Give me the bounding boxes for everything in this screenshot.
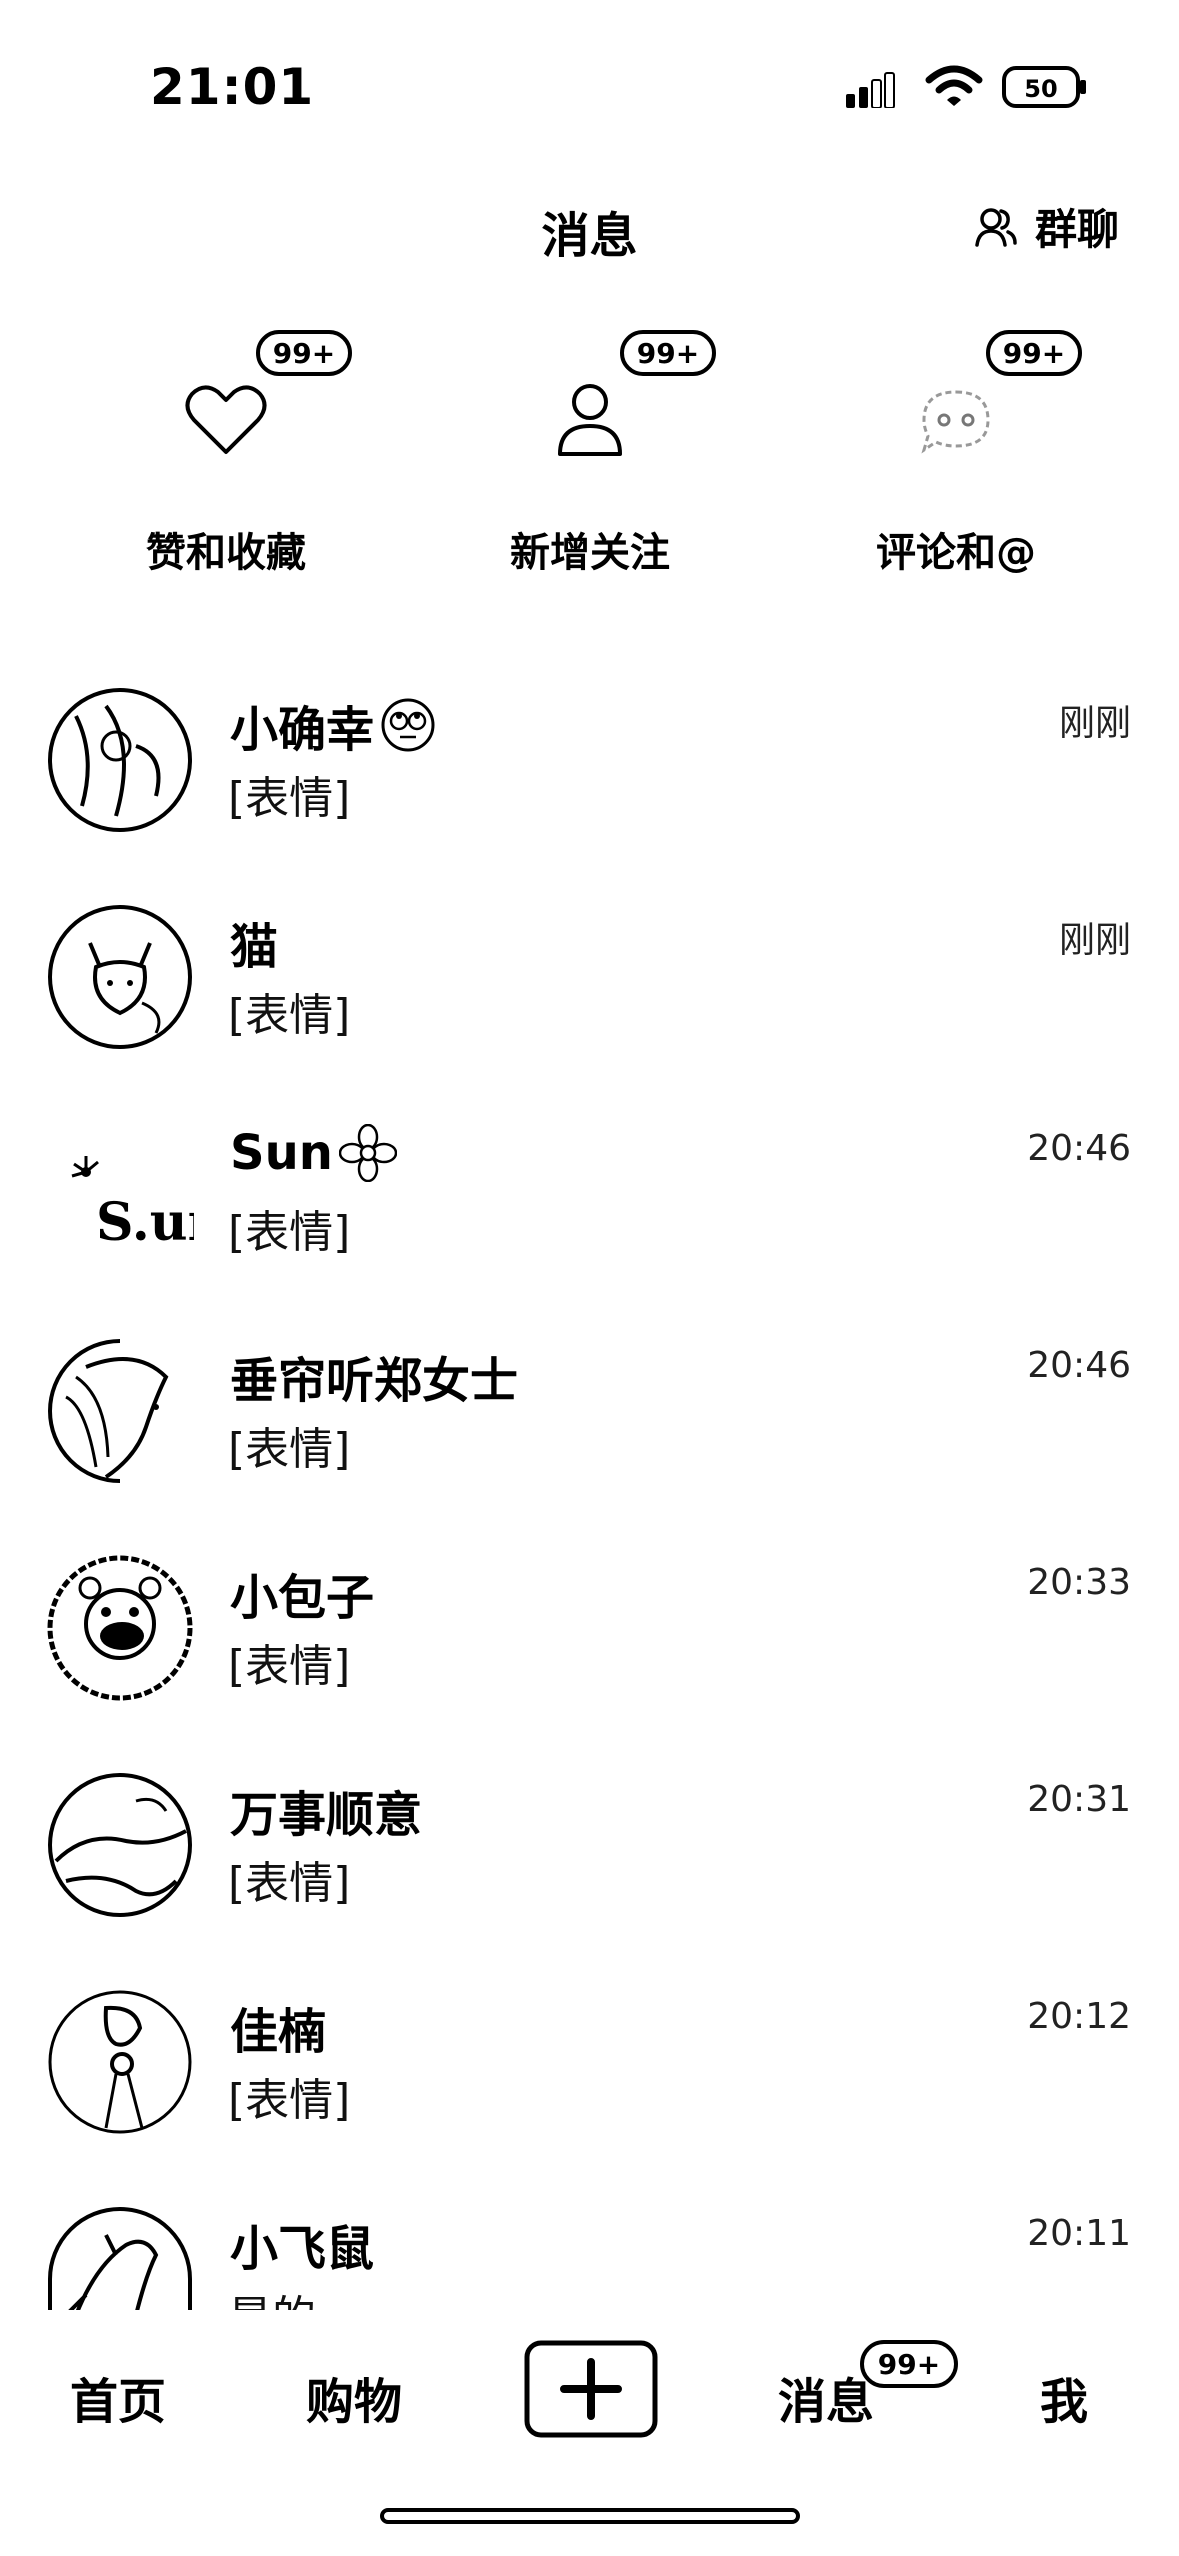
messages-badge: 99+ bbox=[860, 2340, 958, 2388]
chat-list-item[interactable]: 小确幸 [表情] 刚刚 bbox=[0, 672, 1179, 872]
svg-text:99+: 99+ bbox=[878, 2348, 940, 2381]
tab-home[interactable]: 首页 bbox=[70, 2362, 166, 2432]
eye-roll-emoji-icon bbox=[381, 698, 435, 752]
battery-icon: 50 bbox=[1002, 66, 1086, 108]
chat-list-item[interactable]: 猫 [表情] 刚刚 bbox=[0, 889, 1179, 1089]
message-preview: [表情] bbox=[228, 1858, 351, 1909]
message-preview: [表情] bbox=[228, 2075, 351, 2126]
message-time: 20:11 bbox=[1027, 2213, 1131, 2254]
chat-list-item[interactable]: 垂帘听郑女士 [表情] 20:46 bbox=[0, 1323, 1179, 1523]
group-chat-label: 群聊 bbox=[1035, 205, 1120, 254]
contact-name: 万事顺意 bbox=[230, 1787, 423, 1843]
battery-level: 50 bbox=[1024, 75, 1057, 103]
likes-and-favorites-button[interactable]: 99+ 赞和收藏 bbox=[46, 320, 406, 590]
message-preview: [表情] bbox=[228, 773, 351, 824]
chat-list-item[interactable]: 小包子 [表情] 20:33 bbox=[0, 1540, 1179, 1740]
chat-list-item[interactable]: 佳楠 [表情] 20:12 bbox=[0, 1974, 1179, 2174]
contact-name: Sun bbox=[230, 1124, 397, 1182]
new-followers-label: 新增关注 bbox=[510, 530, 670, 576]
group-users-icon bbox=[975, 207, 1017, 247]
chat-bubble-icon bbox=[921, 390, 990, 454]
avatar bbox=[47, 1555, 193, 1701]
svg-text:99+: 99+ bbox=[637, 337, 699, 370]
message-time: 20:31 bbox=[1027, 1779, 1131, 1820]
svg-text:99+: 99+ bbox=[273, 337, 335, 370]
contact-name: 垂帘听郑女士 bbox=[230, 1353, 519, 1409]
contact-name: 小飞鼠 bbox=[230, 2221, 375, 2277]
tab-me[interactable]: 我 bbox=[1040, 2362, 1088, 2432]
avatar bbox=[48, 1339, 169, 1483]
message-time: 刚刚 bbox=[1058, 920, 1131, 961]
cellular-signal-icon bbox=[846, 72, 895, 108]
group-chat-button[interactable]: 群聊 bbox=[975, 196, 1119, 257]
chat-list-item[interactable]: 万事顺意 [表情] 20:31 bbox=[0, 1757, 1179, 1957]
message-preview: [表情] bbox=[228, 1424, 351, 1475]
comments-and-mentions-label: 评论和@ bbox=[876, 530, 1036, 576]
svg-text:99+: 99+ bbox=[1003, 337, 1065, 370]
message-time: 20:46 bbox=[1027, 1345, 1131, 1386]
home-indicator[interactable] bbox=[380, 2508, 800, 2524]
bottom-tab-bar: 首页 购物 消息 99+ 我 bbox=[0, 2310, 1179, 2470]
likes-and-favorites-label: 赞和收藏 bbox=[146, 530, 306, 576]
svg-text:S.un: S.un bbox=[96, 1192, 194, 1253]
message-time: 刚刚 bbox=[1058, 703, 1131, 744]
flower-icon bbox=[338, 1124, 397, 1182]
contact-name: 小确幸 bbox=[230, 690, 436, 760]
message-time: 20:46 bbox=[1027, 1128, 1131, 1169]
message-preview: [表情] bbox=[228, 1207, 351, 1258]
new-followers-button[interactable]: 99+ 新增关注 bbox=[410, 320, 770, 590]
message-preview: [表情] bbox=[228, 990, 351, 1041]
contact-name: 小包子 bbox=[230, 1570, 375, 1626]
status-time: 21:01 bbox=[150, 58, 315, 116]
tab-shop[interactable]: 购物 bbox=[306, 2362, 402, 2432]
contact-name: 佳楠 bbox=[230, 2004, 327, 2060]
avatar bbox=[48, 688, 192, 832]
contact-name: 猫 bbox=[230, 919, 279, 975]
avatar bbox=[48, 905, 192, 1049]
comments-and-mentions-button[interactable]: 99+ 评论和@ bbox=[776, 320, 1136, 590]
wifi-icon bbox=[925, 65, 983, 106]
message-time: 20:12 bbox=[1027, 1996, 1131, 2037]
message-time: 20:33 bbox=[1027, 1562, 1131, 1603]
avatar bbox=[48, 1773, 192, 1917]
avatar bbox=[48, 1990, 192, 2134]
message-preview: [表情] bbox=[228, 1641, 351, 1692]
add-post-button[interactable] bbox=[524, 2340, 658, 2438]
notification-badge: 99+ bbox=[620, 330, 716, 376]
notification-badge: 99+ bbox=[986, 330, 1082, 376]
heart-icon bbox=[185, 385, 267, 454]
person-icon bbox=[558, 384, 622, 456]
chat-list-item[interactable]: S.un Sun [表情] 20:46 bbox=[0, 1106, 1179, 1306]
avatar: S.un bbox=[71, 1156, 194, 1253]
notification-badge: 99+ bbox=[256, 330, 352, 376]
